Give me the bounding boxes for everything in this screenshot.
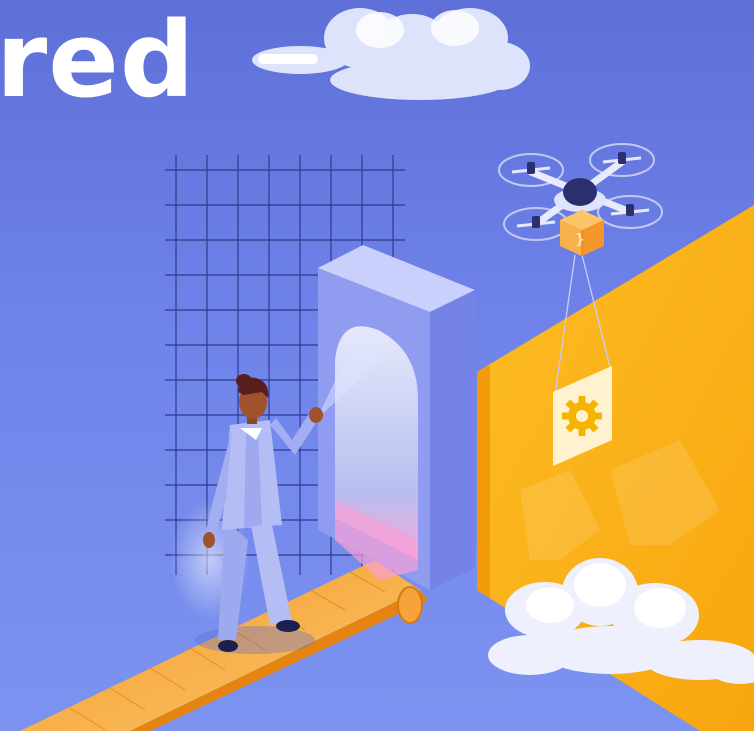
illustration: } bbox=[20, 8, 754, 731]
arch-gateway bbox=[318, 245, 475, 590]
package-icon: } bbox=[560, 210, 604, 256]
gear-icon bbox=[562, 396, 602, 436]
drone: } bbox=[498, 143, 663, 256]
svg-text:}: } bbox=[575, 232, 585, 248]
